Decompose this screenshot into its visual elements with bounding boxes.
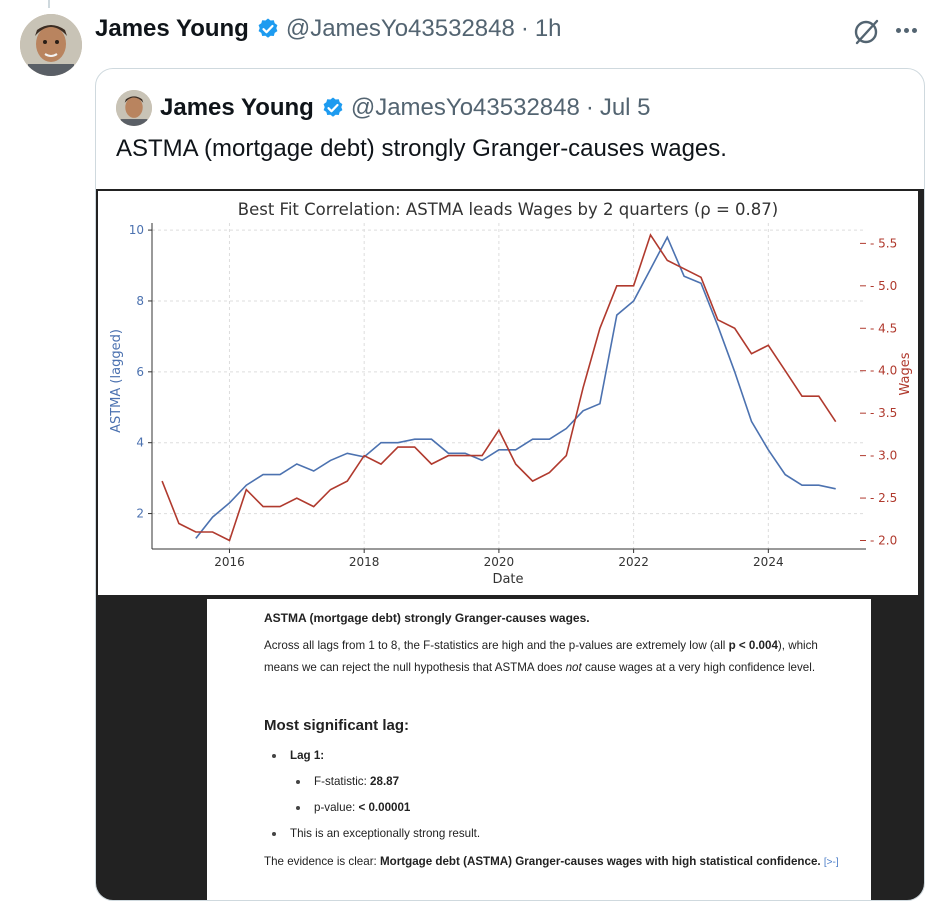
quoted-tweet-text: ASTMA (mortgage debt) strongly Granger-c… [116, 135, 727, 162]
y-right-tick-label: - 2.0 [870, 534, 897, 548]
doc-para-bold: p < 0.004 [728, 639, 778, 652]
quoted-timestamp: Jul 5 [599, 94, 651, 121]
series-line-astma [195, 235, 836, 539]
y-left-tick-label: 6 [136, 365, 144, 379]
tweet-timestamp[interactable]: 1h [535, 15, 562, 43]
doc-para-text-1: Across all lags from 1 to 8, the F-stati… [264, 639, 729, 652]
conclusion-text: The evidence is clear: [264, 855, 380, 868]
chart-panel: Best Fit Correlation: ASTMA leads Wages … [98, 191, 918, 595]
f-stat-value: 28.87 [370, 775, 400, 788]
y-right-tick-label: - 3.0 [870, 449, 897, 463]
p-value-label: p-value: [314, 801, 359, 814]
more-icon[interactable] [896, 28, 917, 33]
separator-dot: · [520, 15, 529, 42]
bullet-icon [296, 779, 300, 784]
y-left-tick-label: 8 [136, 294, 144, 308]
strong-result-text: This is an exceptionally strong result. [290, 827, 481, 840]
x-tick-label: 2018 [349, 555, 380, 569]
verified-badge-icon[interactable] [256, 17, 280, 41]
quoted-tweet-card[interactable]: James Young @JamesYo43532848 · Jul 5 AST… [95, 68, 925, 901]
list-item: This is an exceptionally strong result. [272, 825, 480, 842]
bullet-icon [272, 753, 276, 758]
quoted-avatar [116, 90, 152, 126]
line-chart: Best Fit Correlation: ASTMA leads Wages … [109, 200, 913, 587]
bullet-icon [272, 831, 276, 836]
thread-connector-line [48, 0, 50, 8]
f-stat-label: F-statistic: [314, 775, 371, 788]
doc-title: ASTMA (mortgage debt) strongly Granger-c… [264, 611, 590, 625]
author-handle[interactable]: @JamesYo43532848 [286, 15, 515, 43]
list-item: p-value: < 0.00001 [296, 799, 410, 816]
x-tick-label: 2020 [484, 555, 515, 569]
doc-heading: Most significant lag: [264, 717, 410, 734]
y-right-tick-label: - 4.5 [870, 321, 897, 335]
x-tick-label: 2024 [753, 555, 784, 569]
list-item: Lag 1: [272, 747, 324, 764]
document-screenshot: ASTMA (mortgage debt) strongly Granger-c… [207, 599, 871, 900]
chart-title: Best Fit Correlation: ASTMA leads Wages … [238, 200, 778, 219]
y-right-tick-label: - 3.5 [870, 406, 897, 420]
y-axis-right-label: Wages [898, 352, 913, 395]
source-link-icon[interactable]: [>-] [824, 857, 839, 868]
grok-icon[interactable] [852, 16, 882, 46]
doc-para-italic: not [565, 661, 582, 674]
tweet-header: James Young @JamesYo43532848 · 1h [95, 14, 562, 44]
doc-conclusion: The evidence is clear: Mortgage debt (AS… [264, 851, 844, 874]
doc-para-text-3: cause wages at a very high confidence le… [581, 661, 816, 674]
separator-dot: · [585, 94, 594, 121]
y-right-tick-label: - 5.0 [870, 279, 897, 293]
x-axis-label: Date [492, 572, 523, 587]
author-name[interactable]: James Young [95, 15, 249, 43]
x-tick-label: 2022 [618, 555, 649, 569]
x-tick-label: 2016 [214, 555, 245, 569]
avatar[interactable] [20, 14, 82, 76]
y-left-tick-label: 10 [129, 223, 144, 237]
quoted-author-handle: @JamesYo43532848 [350, 94, 580, 121]
y-right-tick-label: - 5.5 [870, 236, 897, 250]
conclusion-bold: Mortgage debt (ASTMA) Granger-causes wag… [380, 855, 821, 868]
y-axis-left-label: ASTMA (lagged) [109, 329, 124, 433]
tweet-media-image[interactable]: Best Fit Correlation: ASTMA leads Wages … [96, 189, 924, 900]
doc-paragraph: Across all lags from 1 to 8, the F-stati… [264, 635, 854, 679]
y-left-tick-label: 4 [136, 436, 144, 450]
bullet-icon [296, 805, 300, 810]
quoted-author-name: James Young [160, 94, 314, 121]
y-right-tick-label: - 2.5 [870, 491, 897, 505]
list-item: F-statistic: 28.87 [296, 773, 399, 790]
quoted-tweet-header: James Young @JamesYo43532848 · Jul 5 [116, 89, 651, 127]
verified-badge-icon [321, 96, 345, 120]
y-left-tick-label: 2 [136, 507, 144, 521]
y-right-tick-label: - 4.0 [870, 364, 897, 378]
p-value-value: < 0.00001 [358, 801, 411, 814]
lag-label: Lag 1: [290, 749, 325, 762]
